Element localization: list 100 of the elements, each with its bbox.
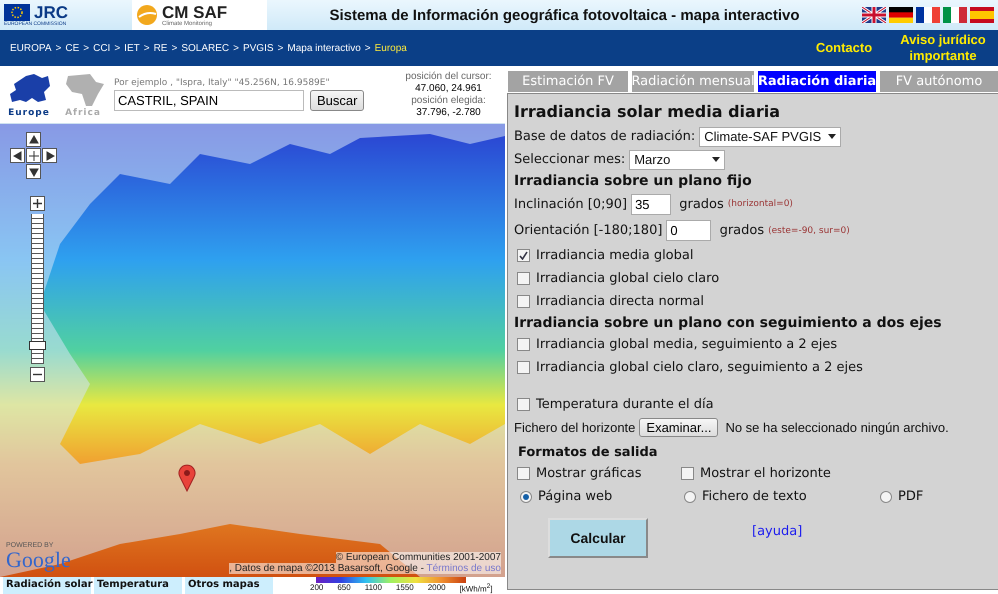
zoom-in-button[interactable] xyxy=(30,196,45,211)
search-hint: Por ejemplo , "Ispra, Italy" "45.256N, 16.9589E" xyxy=(114,78,331,88)
section-heading: Formatos de salida xyxy=(518,445,659,460)
legend-tick: 650 xyxy=(337,583,351,594)
pan-button[interactable] xyxy=(10,148,25,163)
field-hint: (horizontal=0) xyxy=(728,199,793,209)
checkbox-label: Irradiancia global cielo claro xyxy=(536,271,720,286)
breadcrumb-link[interactable]: Europa xyxy=(374,42,407,54)
field-label: Inclinación [0;90] xyxy=(514,196,628,212)
flag-icon[interactable] xyxy=(916,7,940,23)
calculate-button[interactable]: Calcular xyxy=(548,518,648,558)
checkbox-label: Mostrar el horizonte xyxy=(700,466,831,481)
map-tab[interactable]: Radiación solar xyxy=(3,577,91,594)
nav-link[interactable]: Aviso jurídico importante xyxy=(894,32,992,64)
field-label: Orientación [-180;180] xyxy=(514,223,662,238)
breadcrumb-separator: > xyxy=(364,42,371,54)
flag-icon[interactable] xyxy=(862,7,886,23)
inclination-field[interactable]: 35 xyxy=(631,194,672,214)
orientation-field[interactable]: 0 xyxy=(666,220,712,241)
legend-tick: 200 xyxy=(310,583,324,594)
breadcrumb-link[interactable]: CE xyxy=(65,42,80,54)
pan-button[interactable] xyxy=(42,148,57,163)
breadcrumb-link[interactable]: CCI xyxy=(93,42,110,54)
breadcrumb-link[interactable]: PVGIS xyxy=(242,42,274,54)
browse-button[interactable]: Examinar... xyxy=(639,418,718,437)
panel-title: Irradiancia solar media diaria xyxy=(514,102,781,121)
right-arrow-icon xyxy=(44,150,56,162)
file-status: No se ha seleccionado ningún archivo. xyxy=(725,420,949,435)
unit-label: grados xyxy=(678,196,724,212)
cursor-position-value: 47.060, 24.961 xyxy=(415,82,482,94)
region-link[interactable]: Europe xyxy=(4,72,54,118)
checkbox[interactable] xyxy=(517,295,530,308)
checkbox-label: Irradiancia global media, seguimiento a 2 ejes xyxy=(536,337,838,352)
breadcrumb-separator: > xyxy=(56,42,62,54)
page-title: Sistema de Información geográfica fotovoltaica - mapa interactivo xyxy=(328,6,801,24)
checkbox[interactable] xyxy=(517,398,530,411)
cursor-position-label: posición del cursor: xyxy=(405,70,492,82)
chosen-position-label: posición elegida: xyxy=(411,94,486,106)
field-label: Fichero del horizonte xyxy=(514,420,636,435)
radio-button[interactable] xyxy=(520,490,532,502)
database-dropdown[interactable]: Climate-SAF PVGIS xyxy=(699,126,842,146)
pan-button[interactable] xyxy=(26,132,41,147)
radio-label: Fichero de texto xyxy=(702,489,807,504)
help-link[interactable]: [ayuda] xyxy=(752,524,802,538)
radio-label: PDF xyxy=(898,489,924,504)
checkbox-label: Mostrar gráficas xyxy=(536,466,642,481)
breadcrumb-link[interactable]: RE xyxy=(154,42,168,54)
checkbox[interactable] xyxy=(517,272,530,285)
map-tab[interactable]: Temperatura xyxy=(94,577,182,594)
checkbox[interactable] xyxy=(517,467,530,480)
map-attribution: © European Communities 2001-2007 xyxy=(336,552,501,563)
section-heading: Irradiancia sobre un plano con seguimiento a dos ejes xyxy=(514,315,943,331)
checkbox[interactable] xyxy=(517,361,530,374)
breadcrumb-link[interactable]: IET xyxy=(124,42,140,54)
move-icon xyxy=(28,150,40,162)
sun-icon xyxy=(136,4,158,26)
breadcrumb-separator: > xyxy=(114,42,120,54)
location-pin-icon[interactable] xyxy=(178,464,196,492)
checkbox[interactable] xyxy=(517,249,530,262)
map-attribution: , Datos de mapa ©2013 Basarsoft, Google - Términos de uso xyxy=(229,563,501,574)
caret-icon xyxy=(712,157,720,162)
radio-button[interactable] xyxy=(684,490,696,502)
field-hint: (este=-90, sur=0) xyxy=(768,226,850,236)
zoom-out-button[interactable] xyxy=(30,367,45,382)
breadcrumb-link[interactable]: Mapa interactivo xyxy=(287,42,361,54)
map-tab[interactable]: Otros mapas xyxy=(185,577,273,594)
eu-flag-icon xyxy=(4,4,30,20)
down-arrow-icon xyxy=(28,166,40,178)
pan-button[interactable] xyxy=(26,148,41,163)
checkbox[interactable] xyxy=(681,467,694,480)
section-heading: Irradiancia sobre un plano fijo xyxy=(514,173,753,189)
tab[interactable]: Radiación diaria xyxy=(757,70,877,93)
caret-icon xyxy=(828,134,836,139)
zoom-slider[interactable] xyxy=(31,214,44,364)
flag-icon[interactable] xyxy=(889,7,913,23)
checkbox[interactable] xyxy=(517,338,530,351)
checkbox-label: Irradiancia directa normal xyxy=(536,294,704,309)
breadcrumb-separator: > xyxy=(278,42,284,54)
plus-icon xyxy=(33,199,42,208)
search-field[interactable]: CASTRIL, SPAIN xyxy=(114,90,304,111)
radio-label: Página web xyxy=(538,489,612,504)
logo-text: CM SAF xyxy=(162,4,228,20)
pan-button[interactable] xyxy=(26,164,41,179)
left-arrow-icon xyxy=(12,150,24,162)
chosen-position-value: 37.796, -2.780 xyxy=(416,106,481,118)
breadcrumb-link[interactable]: SOLAREC xyxy=(181,42,230,54)
irradiation-map-drawing[interactable] xyxy=(0,124,505,577)
breadcrumb-separator: > xyxy=(144,42,150,54)
breadcrumb-separator: > xyxy=(83,42,90,54)
search-button[interactable]: Buscar xyxy=(310,90,364,111)
breadcrumb-link[interactable]: EUROPA xyxy=(10,42,52,54)
checkbox-label: Irradiancia media global xyxy=(536,248,694,263)
nav-link[interactable]: Contacto xyxy=(794,40,894,56)
month-dropdown[interactable]: Marzo xyxy=(629,150,726,170)
zoom-slider-thumb[interactable] xyxy=(29,340,46,350)
legend-unit: [kWh/m$^{2}$] xyxy=(460,583,493,594)
checkbox-label: Irradiancia global cielo claro, seguimiento a 2 ejes xyxy=(536,360,863,375)
unit-label: grados xyxy=(718,223,764,238)
breadcrumb-separator: > xyxy=(233,42,239,54)
radio-button[interactable] xyxy=(880,490,892,502)
